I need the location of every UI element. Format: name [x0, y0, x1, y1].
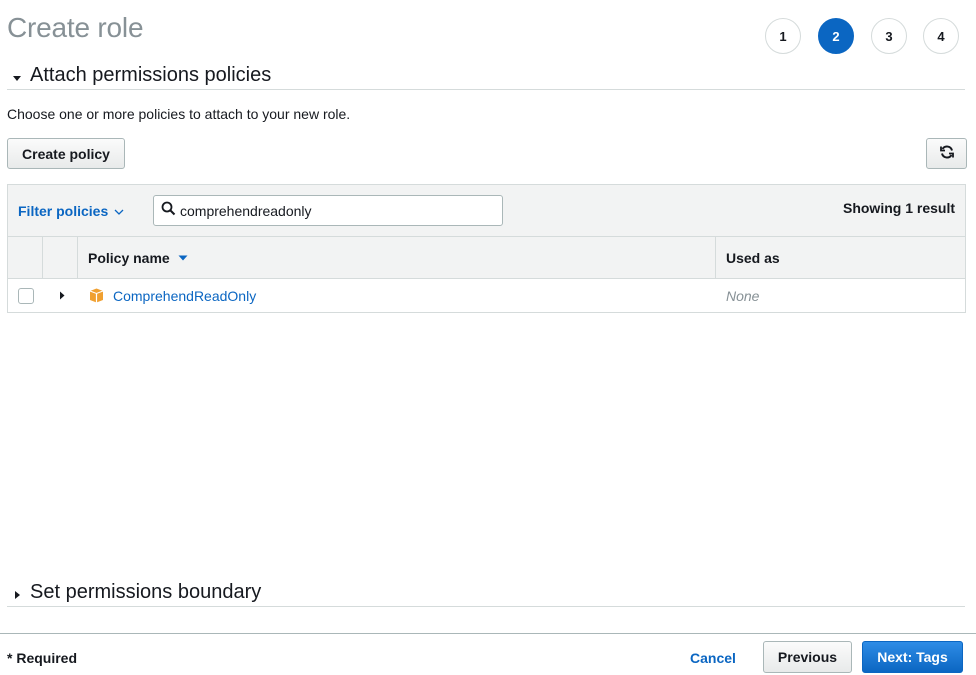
row-policy-name-cell: ComprehendReadOnly — [78, 279, 716, 312]
filter-bar: Filter policies Showing 1 result — [8, 185, 965, 237]
row-expand-cell — [43, 279, 78, 312]
create-policy-button[interactable]: Create policy — [7, 138, 125, 169]
section-description: Choose one or more policies to attach to… — [7, 106, 351, 122]
table-row[interactable]: ComprehendReadOnly None — [8, 279, 965, 313]
wizard-footer: * Required Cancel Previous Next: Tags — [0, 633, 976, 675]
attach-policies-section-header[interactable]: Attach permissions policies — [7, 64, 965, 90]
aws-managed-policy-icon — [88, 287, 105, 304]
column-header-policy-name[interactable]: Policy name — [78, 237, 716, 278]
sort-descending-icon — [178, 254, 188, 262]
permissions-boundary-section-header[interactable]: Set permissions boundary — [7, 581, 965, 607]
used-as-header-label: Used as — [726, 249, 780, 266]
refresh-icon — [939, 144, 955, 163]
step-3[interactable]: 3 — [871, 18, 907, 54]
chevron-down-icon — [114, 203, 124, 219]
step-4[interactable]: 4 — [923, 18, 959, 54]
refresh-button[interactable] — [926, 138, 967, 169]
section-title: Attach permissions policies — [30, 64, 272, 86]
step-2-current[interactable]: 2 — [818, 18, 854, 54]
previous-button[interactable]: Previous — [763, 641, 852, 673]
column-header-used-as[interactable]: Used as — [716, 237, 965, 278]
page-title: Create role — [7, 12, 144, 43]
section-title: Set permissions boundary — [30, 581, 262, 603]
policy-name-link[interactable]: ComprehendReadOnly — [113, 288, 256, 304]
caret-right-icon[interactable] — [59, 287, 65, 305]
filter-policies-dropdown[interactable]: Filter policies — [18, 203, 124, 219]
header-expand-cell — [43, 237, 78, 278]
row-select-cell — [8, 279, 43, 312]
next-tags-button[interactable]: Next: Tags — [862, 641, 963, 673]
results-count: Showing 1 result — [842, 200, 955, 216]
step-1[interactable]: 1 — [765, 18, 801, 54]
row-checkbox[interactable] — [18, 287, 34, 304]
row-used-as-cell: None — [716, 279, 965, 312]
search-input[interactable] — [176, 202, 476, 219]
cancel-link[interactable]: Cancel — [690, 650, 736, 666]
policies-table: Filter policies Showing 1 result Policy … — [7, 184, 966, 313]
used-as-value: None — [726, 287, 760, 304]
policy-name-header-label: Policy name — [88, 249, 170, 266]
search-icon — [161, 201, 176, 221]
required-note: * Required — [7, 650, 78, 666]
filter-label: Filter policies — [18, 203, 109, 219]
header-select-cell — [8, 237, 43, 278]
caret-down-icon — [7, 64, 27, 88]
table-header-row: Policy name Used as — [8, 237, 965, 279]
caret-right-icon — [7, 581, 27, 605]
search-box[interactable] — [153, 195, 503, 226]
